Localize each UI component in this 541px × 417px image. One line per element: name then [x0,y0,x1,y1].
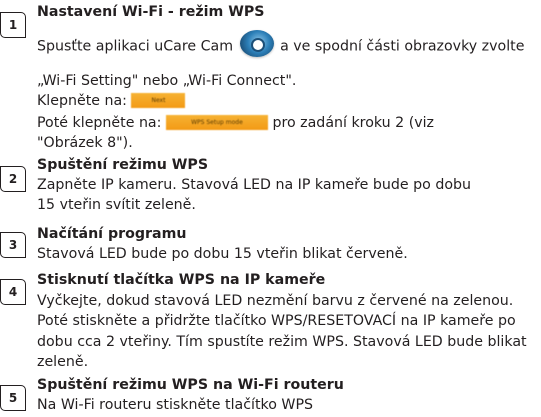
step-4-line-4: zeleně. [37,354,89,370]
step-3-number: 3 [0,232,26,258]
step-1-text-b: a ve spodní části obrazovky zvolte [280,38,525,55]
step-3-title: Načítání programu [37,226,187,242]
step-1-line-1: Spusťte aplikaci uCare Cam a ve spodní č… [37,30,525,57]
step-2-line-2: 15 vteřin svítit zeleně. [37,197,196,213]
step-1-title: Nastavení Wi-Fi - režim WPS [37,4,265,20]
step-4-line-2: Poté stiskněte a přidržte tlačítko WPS/R… [37,313,516,329]
step-1-text-c: Klepněte na: [37,93,127,109]
step-1-line-4: Poté klepněte na: WPS Setup mode pro zad… [37,113,434,134]
step-4-line-3: dobu cca 2 vteřiny. Tím spustíte režim W… [37,334,527,350]
step-1-number: 1 [0,12,26,38]
step-5-title: Spuštění režimu WPS na Wi-Fi routeru [37,377,344,393]
wps-setup-mode-button-image: WPS Setup mode [165,114,268,130]
step-1-line-2: „Wi-Fi Setting" nebo „Wi-Fi Connect". [37,73,297,89]
step-4-number: 4 [0,279,26,305]
step-1-text-e: pro zadání kroku 2 (viz [272,115,435,131]
step-5-number: 5 [0,385,26,411]
next-button-image: Next [131,92,186,108]
step-1-text-d: Poté klepněte na: [37,115,162,131]
step-3-line-1: Stavová LED bude po dobu 15 vteřin blika… [37,246,408,262]
step-1-line-5: "Obrázek 8"). [37,135,133,151]
step-4-title: Stisknutí tlačítka WPS na IP kameře [37,272,326,288]
ucare-cam-app-icon [239,30,274,57]
step-5-line-1: Na Wi-Fi routeru stiskněte tlačítko WPS [37,397,314,413]
step-2-number: 2 [0,166,26,192]
step-1-text-a: Spusťte aplikaci uCare Cam [37,38,234,55]
step-2-title: Spuštění režimu WPS [37,157,209,173]
step-4-line-1: Vyčkejte, dokud stavová LED nezmění barv… [37,293,514,309]
step-1-line-3: Klepněte na: Next [37,91,186,112]
step-2-line-1: Zapněte IP kameru. Stavová LED na IP kam… [37,177,472,193]
